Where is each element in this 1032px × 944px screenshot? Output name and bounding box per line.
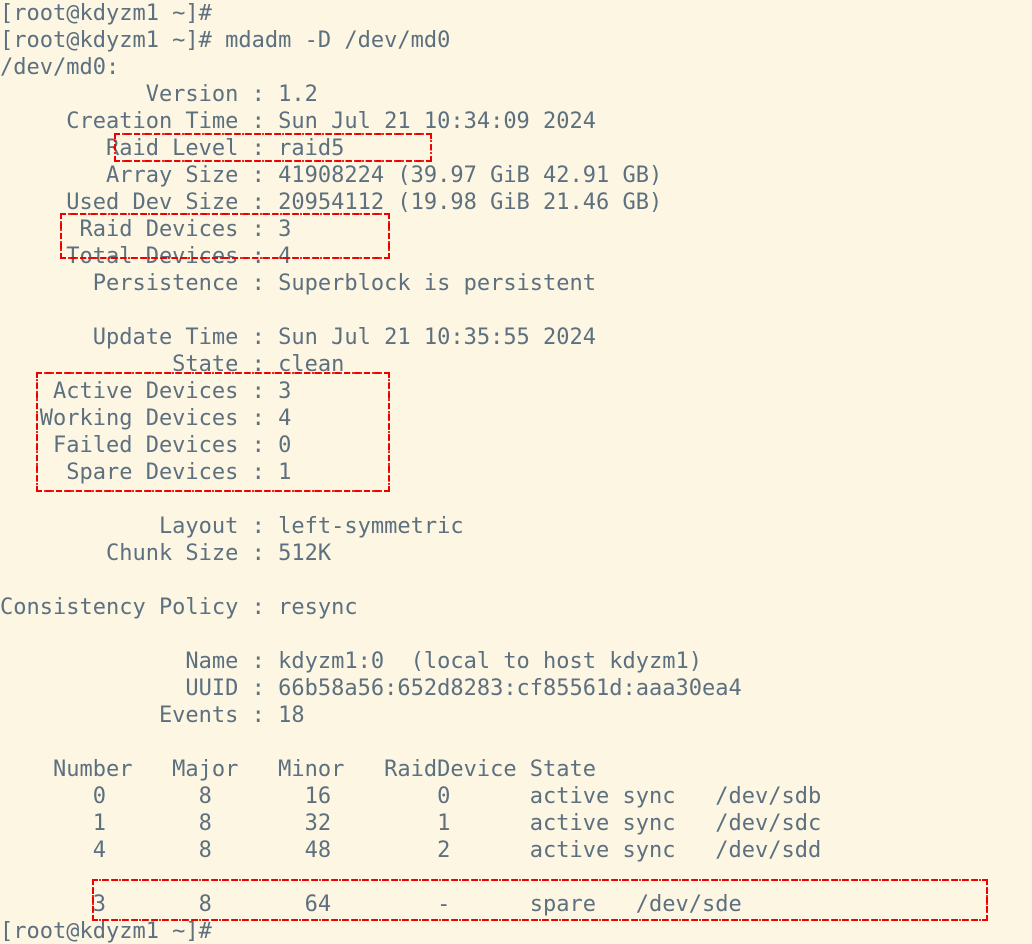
terminal-line-20: Chunk Size : 512K xyxy=(0,541,332,566)
terminal-line-22: Consistency Policy : resync xyxy=(0,595,358,620)
terminal-line-14: Active Devices : 3 xyxy=(0,379,292,404)
terminal-line-11 xyxy=(0,297,1032,324)
terminal-line-28: Number Major Minor RaidDevice State xyxy=(0,757,597,782)
terminal-line-24: Name : kdyzm1:0 (local to host kdyzm1) xyxy=(0,649,702,674)
terminal-line-13: State : clean xyxy=(0,352,345,377)
terminal-line-21 xyxy=(0,567,1032,594)
terminal-line-23 xyxy=(0,621,1032,648)
terminal-output: [root@kdyzm1 ~]# [root@kdyzm1 ~]# mdadm … xyxy=(0,0,1032,944)
terminal-line-8: Raid Devices : 3 xyxy=(0,217,292,242)
terminal-line-18 xyxy=(0,486,1032,513)
terminal-window[interactable]: [root@kdyzm1 ~]# [root@kdyzm1 ~]# mdadm … xyxy=(0,0,1032,944)
terminal-line-3: Version : 1.2 xyxy=(0,82,318,107)
terminal-line-26: Events : 18 xyxy=(0,703,305,728)
terminal-line-6: Array Size : 41908224 (39.97 GiB 42.91 G… xyxy=(0,163,663,188)
terminal-line-9: Total Devices : 4 xyxy=(0,244,292,269)
terminal-line-15: Working Devices : 4 xyxy=(0,406,292,431)
terminal-line-25: UUID : 66b58a56:652d8283:cf85561d:aaa30e… xyxy=(0,676,742,701)
terminal-line-30: 1 8 32 1 active sync /dev/sdc xyxy=(0,811,822,836)
terminal-line-16: Failed Devices : 0 xyxy=(0,433,292,458)
terminal-line-7: Used Dev Size : 20954112 (19.98 GiB 21.4… xyxy=(0,190,663,215)
terminal-line-1: [root@kdyzm1 ~]# mdadm -D /dev/md0 xyxy=(0,28,451,53)
terminal-line-33: 3 8 64 - spare /dev/sde xyxy=(0,892,742,917)
terminal-line-0: [root@kdyzm1 ~]# xyxy=(0,1,226,26)
terminal-line-27 xyxy=(0,729,1032,756)
terminal-line-10: Persistence : Superblock is persistent xyxy=(0,271,597,296)
terminal-line-2: /dev/md0: xyxy=(0,55,120,80)
terminal-line-29: 0 8 16 0 active sync /dev/sdb xyxy=(0,784,822,809)
terminal-line-17: Spare Devices : 1 xyxy=(0,460,292,485)
terminal-line-12: Update Time : Sun Jul 21 10:35:55 2024 xyxy=(0,325,597,350)
terminal-line-19: Layout : left-symmetric xyxy=(0,514,464,539)
terminal-line-31: 4 8 48 2 active sync /dev/sdd xyxy=(0,838,822,863)
terminal-line-5: Raid Level : raid5 xyxy=(0,136,345,161)
terminal-line-34: [root@kdyzm1 ~]# xyxy=(0,919,226,944)
terminal-line-4: Creation Time : Sun Jul 21 10:34:09 2024 xyxy=(0,109,597,134)
terminal-line-32 xyxy=(0,864,1032,891)
